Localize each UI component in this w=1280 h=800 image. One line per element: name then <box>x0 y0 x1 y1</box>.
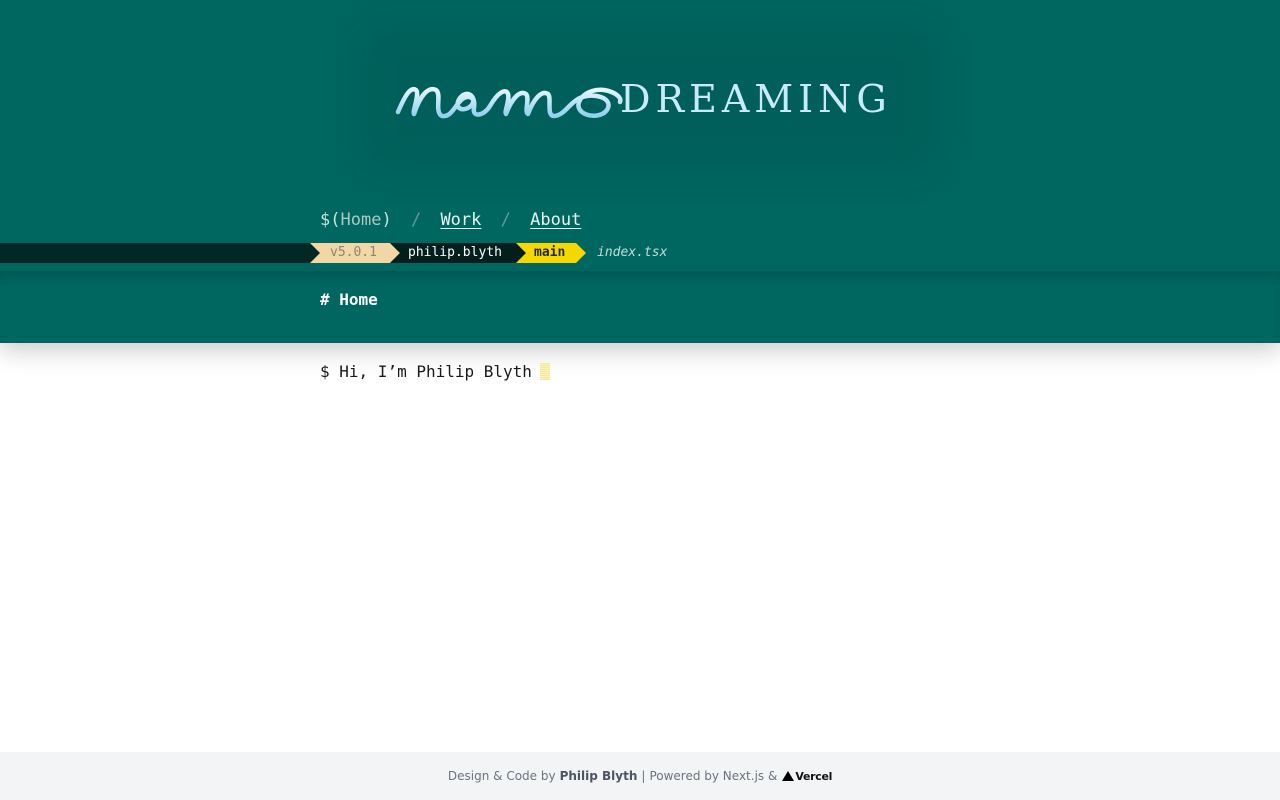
version-segment: v5.0.1 <box>310 243 400 263</box>
powerline-statusbar: v5.0.1 philip.blyth main index.tsx <box>0 243 1280 263</box>
nav-separator: / <box>410 210 422 230</box>
vercel-triangle-icon <box>782 771 795 781</box>
nav-link-about[interactable]: About <box>530 210 581 230</box>
site-logo[interactable]: DREAMING <box>394 58 894 138</box>
nav-prefix: $( <box>320 210 341 230</box>
site-header: DREAMING $(Home) / Work / About v5.0.1 p… <box>0 0 1280 343</box>
nav-link-work[interactable]: Work <box>440 210 481 230</box>
nav-suffix: ) <box>381 210 392 230</box>
intro-text: $ Hi, I’m Philip Blyth <box>320 362 532 381</box>
nav-home[interactable]: $(Home) <box>320 210 392 230</box>
footer-powered: Powered by Next.js & <box>649 769 778 783</box>
footer-separator: | <box>641 769 646 783</box>
nemo-script-logo <box>395 86 623 119</box>
footer-credit: Design & Code by <box>447 769 556 783</box>
vercel-link[interactable]: Vercel <box>782 770 832 783</box>
branch-segment: main <box>516 243 586 263</box>
vercel-label: Vercel <box>795 769 833 783</box>
nav-separator: / <box>500 210 511 230</box>
user-segment: philip.blyth <box>390 243 526 263</box>
terminal-cursor <box>539 363 550 380</box>
breadcrumb-nav: $(Home) / Work / About <box>320 208 581 232</box>
intro-prompt: $ Hi, I’m Philip Blyth <box>320 362 550 382</box>
logo-wordmark: DREAMING <box>620 77 892 121</box>
page-title: # Home <box>320 290 378 309</box>
file-segment: index.tsx <box>597 245 668 260</box>
nav-current: Home <box>340 210 382 230</box>
footer-author-link[interactable]: Philip Blyth <box>560 769 638 783</box>
title-bar <box>0 271 1280 343</box>
site-footer: Design & Code by Philip Blyth | Powered … <box>0 752 1280 800</box>
statusbar-track <box>0 243 320 263</box>
